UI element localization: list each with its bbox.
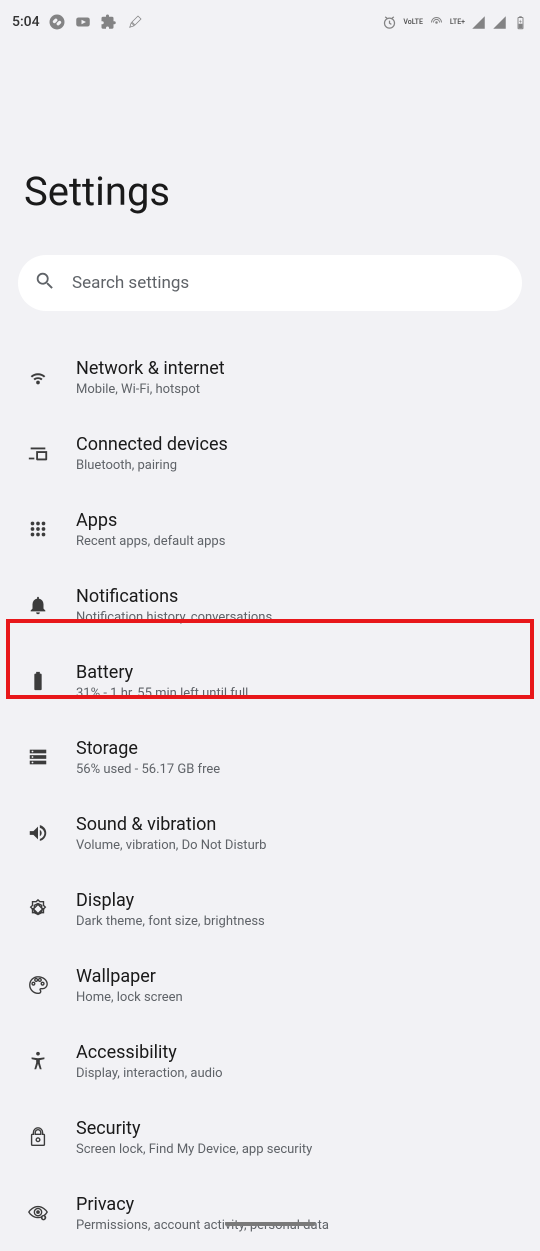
search-placeholder: Search settings — [72, 273, 189, 293]
row-sub: Recent apps, default apps — [76, 534, 225, 549]
row-sub: 56% used - 56.17 GB free — [76, 762, 220, 777]
volte-indicator: VoLTE — [403, 19, 423, 26]
row-title: Accessibility — [76, 1042, 223, 1063]
volume-icon — [24, 822, 52, 844]
brightness-icon — [24, 898, 52, 920]
lock-icon — [24, 1126, 52, 1148]
row-privacy[interactable]: Privacy Permissions, account activity, p… — [0, 1175, 540, 1251]
network-type-label: LTE+ — [450, 19, 465, 26]
row-sub: Bluetooth, pairing — [76, 458, 228, 473]
row-sub: Screen lock, Find My Device, app securit… — [76, 1142, 312, 1157]
alarm-icon — [382, 15, 397, 30]
row-connected-devices[interactable]: Connected devices Bluetooth, pairing — [0, 415, 540, 491]
row-battery[interactable]: Battery 31% - 1 hr, 55 min left until fu… — [0, 643, 540, 719]
row-accessibility[interactable]: Accessibility Display, interaction, audi… — [0, 1023, 540, 1099]
settings-list: Network & internet Mobile, Wi-Fi, hotspo… — [0, 339, 540, 1251]
row-sub: Volume, vibration, Do Not Disturb — [76, 838, 266, 853]
row-wallpaper[interactable]: Wallpaper Home, lock screen — [0, 947, 540, 1023]
accessibility-icon — [24, 1050, 52, 1072]
pen-icon — [126, 13, 144, 31]
row-display[interactable]: Display Dark theme, font size, brightnes… — [0, 871, 540, 947]
status-time: 5:04 — [12, 14, 40, 30]
row-notifications[interactable]: Notifications Notification history, conv… — [0, 567, 540, 643]
row-sub: Display, interaction, audio — [76, 1066, 223, 1081]
row-title: Notifications — [76, 586, 272, 607]
row-title: Wallpaper — [76, 966, 183, 987]
nav-handle[interactable] — [225, 1222, 315, 1226]
status-bar: 5:04 VoLTE LTE+ — [0, 0, 540, 40]
row-title: Security — [76, 1118, 312, 1139]
row-sound-vibration[interactable]: Sound & vibration Volume, vibration, Do … — [0, 795, 540, 871]
row-title: Storage — [76, 738, 220, 759]
apps-icon — [24, 518, 52, 540]
signal-icon-1 — [471, 15, 486, 30]
battery-icon — [24, 670, 52, 692]
battery-status-icon — [513, 15, 528, 30]
row-title: Display — [76, 890, 265, 911]
row-title: Privacy — [76, 1194, 329, 1215]
search-icon — [34, 270, 56, 296]
search-input[interactable]: Search settings — [18, 255, 522, 311]
shazam-icon — [48, 13, 66, 31]
devices-icon — [24, 442, 52, 464]
row-apps[interactable]: Apps Recent apps, default apps — [0, 491, 540, 567]
wifi-icon — [24, 366, 52, 388]
row-title: Battery — [76, 662, 248, 683]
youtube-icon — [74, 13, 92, 31]
bell-icon — [24, 594, 52, 616]
page-title: Settings — [0, 40, 540, 255]
row-title: Sound & vibration — [76, 814, 266, 835]
row-sub: Notification history, conversations — [76, 610, 272, 625]
row-sub: Dark theme, font size, brightness — [76, 914, 265, 929]
row-sub: 31% - 1 hr, 55 min left until full — [76, 686, 248, 701]
row-title: Network & internet — [76, 358, 225, 379]
row-sub: Home, lock screen — [76, 990, 183, 1005]
privacy-icon — [24, 1202, 52, 1224]
row-storage[interactable]: Storage 56% used - 56.17 GB free — [0, 719, 540, 795]
row-security[interactable]: Security Screen lock, Find My Device, ap… — [0, 1099, 540, 1175]
row-title: Apps — [76, 510, 225, 531]
hotspot-icon — [429, 15, 444, 30]
storage-icon — [24, 746, 52, 768]
row-title: Connected devices — [76, 434, 228, 455]
row-network-internet[interactable]: Network & internet Mobile, Wi-Fi, hotspo… — [0, 339, 540, 415]
signal-icon-2 — [492, 15, 507, 30]
puzzle-icon — [100, 13, 118, 31]
palette-icon — [24, 974, 52, 996]
row-sub: Mobile, Wi-Fi, hotspot — [76, 382, 225, 397]
